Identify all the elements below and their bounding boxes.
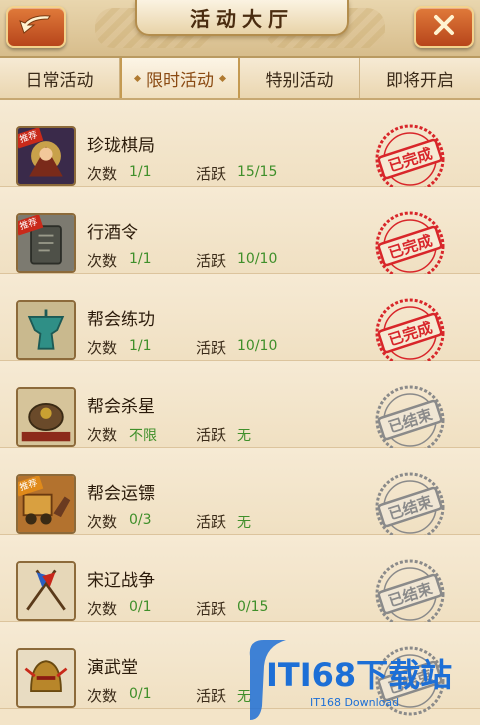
activity-label: 活跃	[196, 426, 227, 444]
escort-cart-icon: 推荐	[16, 474, 76, 534]
activity-value: 15/15	[237, 164, 278, 180]
helmet-icon	[16, 648, 76, 708]
cauldron-icon	[16, 387, 76, 447]
diamond-icon	[133, 74, 142, 82]
close-icon	[432, 13, 456, 41]
count-label: 次数	[87, 339, 118, 357]
activity-label: 活跃	[196, 252, 227, 270]
count-label: 次数	[87, 600, 118, 618]
completed-stamp: 已完成	[375, 211, 445, 281]
ended-stamp: 已结束	[375, 472, 445, 542]
ended-stamp: 已结束	[375, 559, 445, 629]
activity-row[interactable]: 推荐 帮会运镖 次数 0/3 活跃 无 已结束	[0, 448, 480, 542]
activity-value: 无	[237, 428, 251, 444]
activity-name: 珍珑棋局	[87, 136, 155, 156]
count-label: 次数	[87, 426, 118, 444]
count-value: 0/1	[129, 599, 152, 615]
activity-label: 活跃	[196, 687, 227, 705]
activity-label: 活跃	[196, 165, 227, 183]
count-value: 0/1	[129, 686, 152, 702]
tab-upcoming[interactable]: 即将开启	[360, 58, 480, 98]
activity-name: 帮会练功	[87, 310, 155, 330]
activity-value: 无	[237, 515, 251, 531]
tab-bar: 日常活动 限时活动 特别活动 即将开启	[0, 58, 480, 100]
bronze-vessel-icon	[16, 300, 76, 360]
watermark-subtext: IT168 Download	[310, 696, 400, 709]
title-plate: 活动大厅	[135, 0, 349, 36]
completed-stamp: 已完成	[375, 298, 445, 368]
count-label: 次数	[87, 513, 118, 531]
activity-value: 0/15	[237, 599, 269, 615]
close-button[interactable]	[414, 6, 474, 48]
tab-label: 日常活动	[25, 70, 94, 91]
count-value: 不限	[129, 428, 157, 444]
activity-name: 帮会杀星	[87, 397, 155, 417]
activity-value: 10/10	[237, 251, 278, 267]
count-value: 0/3	[129, 512, 152, 528]
activity-row[interactable]: 帮会练功 次数 1/1 活跃 10/10 已完成	[0, 274, 480, 368]
tab-daily[interactable]: 日常活动	[0, 58, 120, 98]
count-label: 次数	[87, 252, 118, 270]
activity-name: 行酒令	[87, 223, 138, 243]
diamond-icon	[218, 74, 227, 82]
activity-label: 活跃	[196, 339, 227, 357]
activity-row[interactable]: 推荐 珍珑棋局 次数 1/1 活跃 15/15 已完成	[0, 100, 480, 194]
activity-value: 10/10	[237, 338, 278, 354]
activity-label: 活跃	[196, 513, 227, 531]
activity-row[interactable]: 帮会杀星 次数 不限 活跃 无 已结束	[0, 361, 480, 455]
count-value: 1/1	[129, 251, 152, 267]
activity-name: 帮会运镖	[87, 484, 155, 504]
back-button[interactable]	[6, 6, 66, 48]
warrior-portrait-icon: 推荐	[16, 126, 76, 186]
watermark-text: ITI68下载站	[266, 656, 453, 694]
tab-label: 限时活动	[146, 70, 214, 91]
completed-stamp: 已完成	[375, 124, 445, 194]
page-title: 活动大厅	[190, 6, 294, 31]
activity-list: 推荐 珍珑棋局 次数 1/1 活跃 15/15 已完成 推荐 行酒令 次数 1/…	[0, 100, 480, 716]
count-value: 1/1	[129, 338, 152, 354]
watermark: ITI68下载站 IT168 Download	[246, 636, 480, 725]
activity-name: 演武堂	[87, 658, 138, 678]
count-label: 次数	[87, 165, 118, 183]
tab-label: 特别活动	[265, 70, 334, 91]
activity-name: 宋辽战争	[87, 571, 155, 591]
back-arrow-icon	[18, 13, 54, 41]
activity-row[interactable]: 推荐 行酒令 次数 1/1 活跃 10/10 已完成	[0, 187, 480, 281]
tab-limited[interactable]: 限时活动	[120, 58, 240, 98]
tab-label: 即将开启	[386, 70, 454, 91]
tab-special[interactable]: 特别活动	[240, 58, 360, 98]
count-value: 1/1	[129, 164, 152, 180]
ended-stamp: 已结束	[375, 385, 445, 455]
activity-label: 活跃	[196, 600, 227, 618]
crossed-flags-icon	[16, 561, 76, 621]
activity-row[interactable]: 宋辽战争 次数 0/1 活跃 0/15 已结束	[0, 535, 480, 629]
stone-tablet-icon: 推荐	[16, 213, 76, 273]
count-label: 次数	[87, 687, 118, 705]
header-bar: 活动大厅	[0, 0, 480, 58]
